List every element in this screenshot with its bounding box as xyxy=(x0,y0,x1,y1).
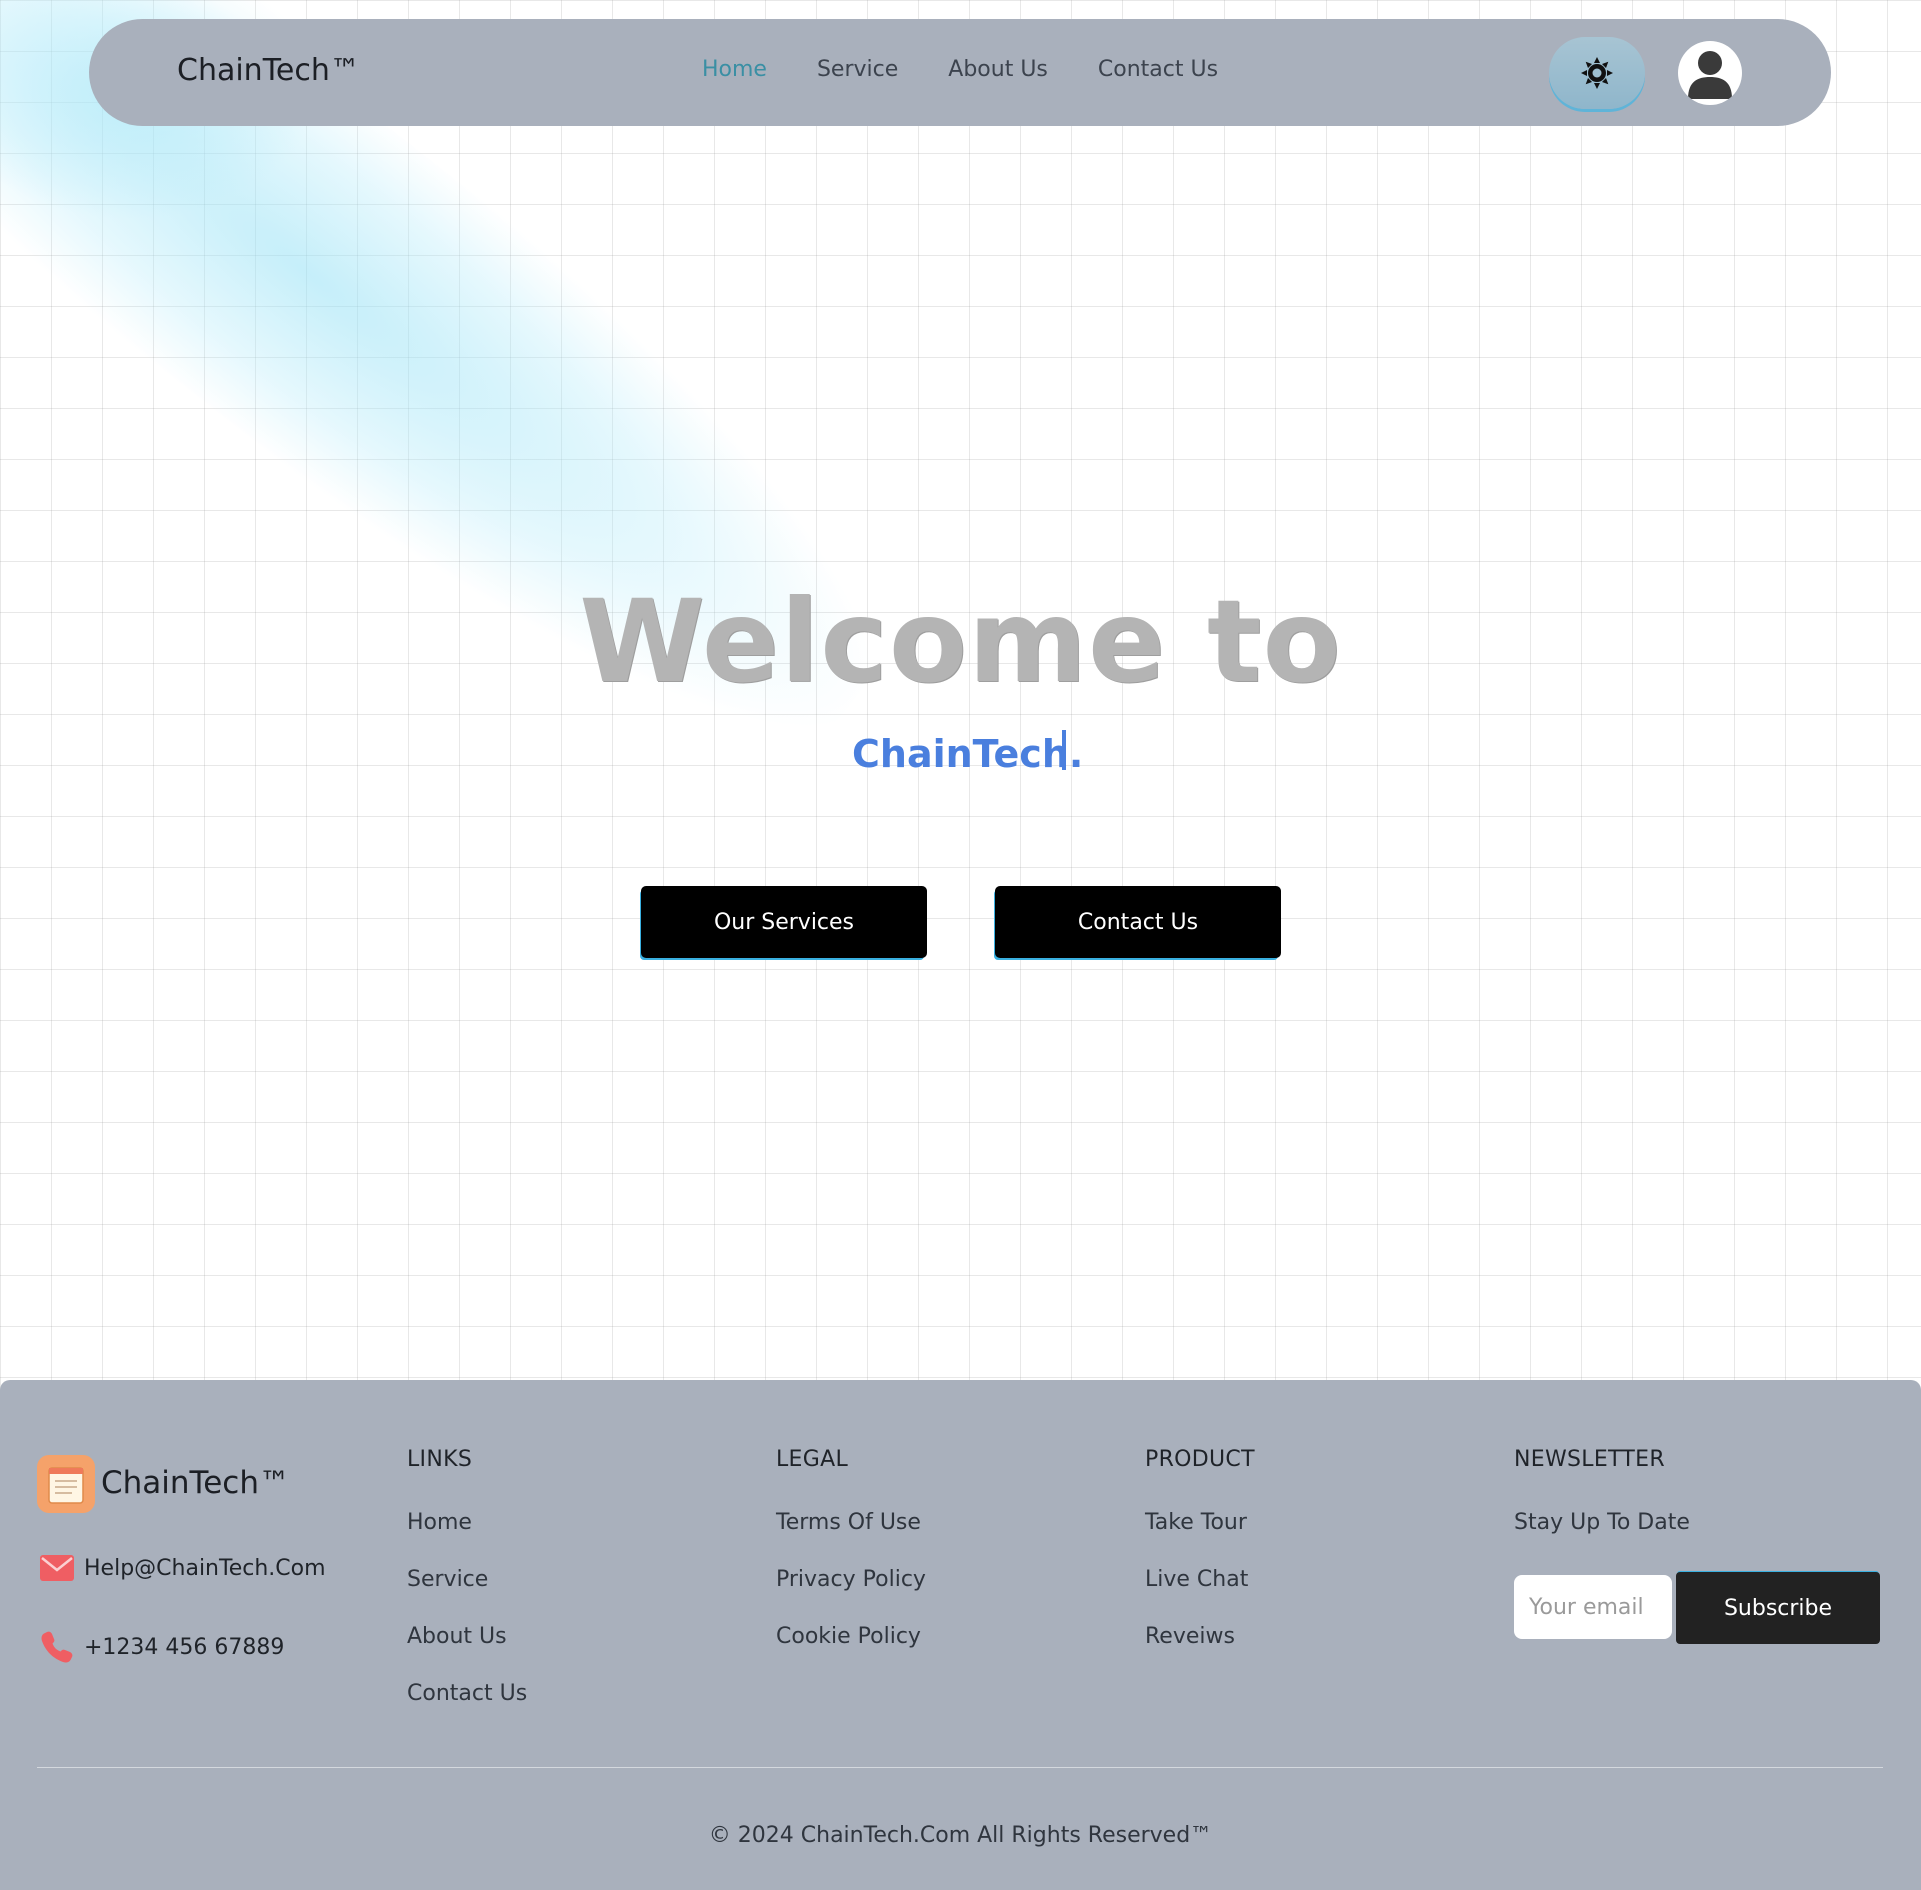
navbar: ChainTech™ Home Service About Us Contact… xyxy=(89,19,1831,126)
nav-link-contact-us[interactable]: Contact Us xyxy=(1098,57,1218,82)
footer-newsletter-column: NEWSLETTER Stay Up To Date xyxy=(1514,1447,1690,1535)
nav-link-about-us[interactable]: About Us xyxy=(948,57,1048,82)
sun-icon xyxy=(1581,57,1613,89)
theme-toggle-button[interactable] xyxy=(1549,37,1645,109)
footer-copyright: © 2024 ChainTech.Com All Rights Reserved… xyxy=(708,1823,1213,1848)
nav-link-service[interactable]: Service xyxy=(817,57,898,82)
footer-legal-heading: LEGAL xyxy=(776,1447,849,1472)
footer-product-column: PRODUCT Take Tour Live Chat Reveiws xyxy=(1145,1447,1255,1681)
footer-link-about-us[interactable]: About Us xyxy=(407,1624,527,1681)
notepad-icon xyxy=(48,1467,84,1504)
footer-link-reviews[interactable]: Reveiws xyxy=(1145,1624,1255,1681)
footer-logo[interactable] xyxy=(37,1455,95,1513)
nav-links: Home Service About Us Contact Us xyxy=(702,57,1218,82)
footer-divider xyxy=(37,1767,1883,1768)
footer-phone-text[interactable]: +1234 456 67889 xyxy=(84,1635,284,1660)
footer-email[interactable]: Help@ChainTech.Com xyxy=(40,1555,326,1581)
newsletter-email-input[interactable] xyxy=(1514,1575,1672,1639)
footer: ChainTech™ Help@ChainTech.Com +1234 456 … xyxy=(0,1380,1921,1890)
footer-links-column: LINKS Home Service About Us Contact Us xyxy=(407,1447,527,1738)
phone-icon xyxy=(41,1631,73,1663)
footer-link-home[interactable]: Home xyxy=(407,1510,527,1567)
footer-links-heading: LINKS xyxy=(407,1447,473,1472)
typing-cursor xyxy=(1062,730,1066,770)
subscribe-button[interactable]: Subscribe xyxy=(1676,1572,1880,1644)
footer-link-live-chat[interactable]: Live Chat xyxy=(1145,1567,1255,1624)
footer-newsletter-heading: NEWSLETTER xyxy=(1514,1447,1665,1472)
newsletter-text: Stay Up To Date xyxy=(1514,1510,1690,1535)
navbar-brand[interactable]: ChainTech™ xyxy=(177,53,360,88)
footer-phone[interactable]: +1234 456 67889 xyxy=(40,1630,284,1664)
nav-link-home[interactable]: Home xyxy=(702,57,767,82)
our-services-button[interactable]: Our Services xyxy=(641,886,927,958)
footer-legal-column: LEGAL Terms Of Use Privacy Policy Cookie… xyxy=(776,1447,926,1681)
user-avatar-button[interactable] xyxy=(1678,41,1742,105)
footer-link-contact-us[interactable]: Contact Us xyxy=(407,1681,527,1738)
footer-email-text[interactable]: Help@ChainTech.Com xyxy=(84,1556,326,1581)
footer-link-take-tour[interactable]: Take Tour xyxy=(1145,1510,1255,1567)
mail-icon xyxy=(40,1555,74,1581)
footer-link-cookie[interactable]: Cookie Policy xyxy=(776,1624,926,1681)
contact-us-button[interactable]: Contact Us xyxy=(995,886,1281,958)
user-avatar-icon xyxy=(1688,51,1732,99)
hero-subtitle-typed: ChainTech. xyxy=(852,732,1084,776)
footer-link-service[interactable]: Service xyxy=(407,1567,527,1624)
footer-link-privacy[interactable]: Privacy Policy xyxy=(776,1567,926,1624)
footer-brand: ChainTech™ xyxy=(101,1465,290,1501)
hero-title: Welcome to xyxy=(579,575,1342,708)
footer-link-terms[interactable]: Terms Of Use xyxy=(776,1510,926,1567)
footer-product-heading: PRODUCT xyxy=(1145,1447,1255,1472)
